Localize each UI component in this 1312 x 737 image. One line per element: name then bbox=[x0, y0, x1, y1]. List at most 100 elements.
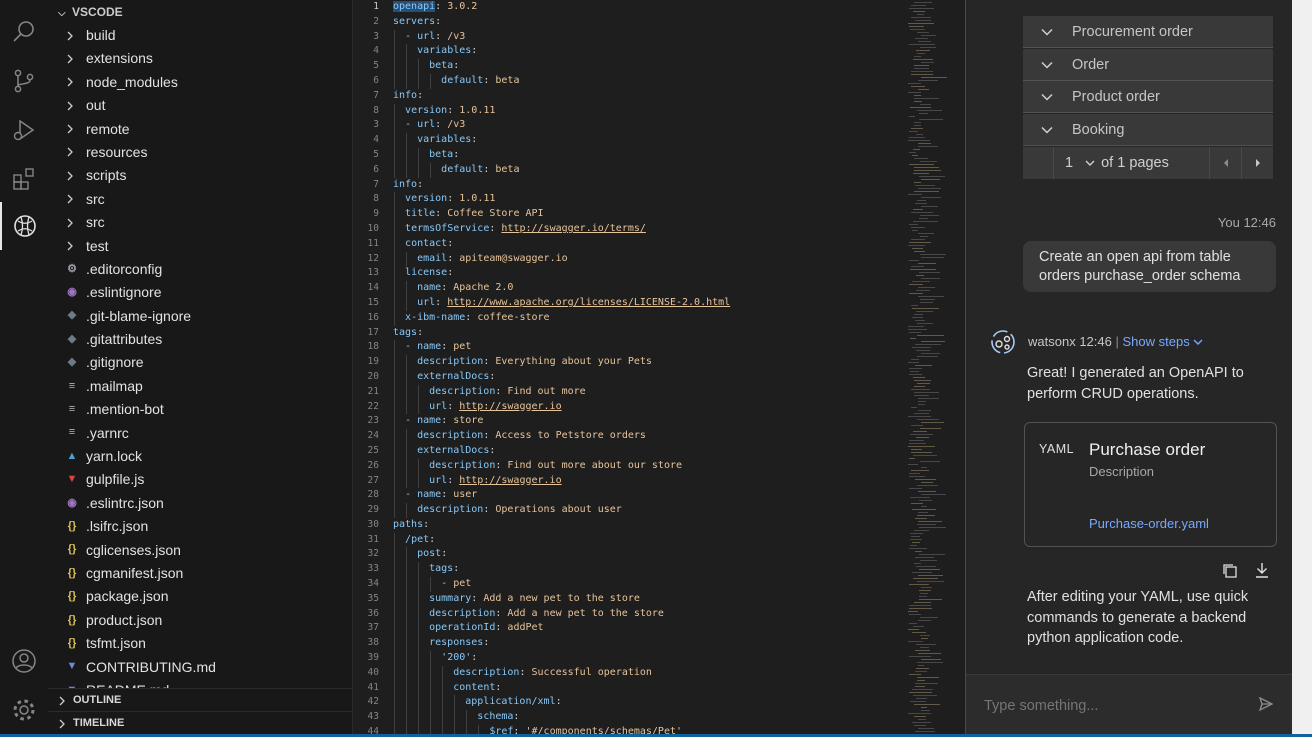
code-line[interactable]: - pet bbox=[393, 577, 913, 592]
folder-item[interactable]: scripts bbox=[48, 164, 353, 187]
folder-item[interactable]: src bbox=[48, 211, 353, 234]
code-editor[interactable]: 1 2 3 4 5 6 7 8 3 4 5 6 7 8 9 10 11 12 13 14 15 16 17 18 19 20 21 2… bbox=[353, 0, 965, 737]
code-line[interactable]: beta: bbox=[393, 59, 913, 74]
code-line[interactable]: - name: pet bbox=[393, 340, 913, 356]
code-line[interactable]: post: bbox=[393, 547, 913, 563]
code-line[interactable]: '200': bbox=[393, 651, 913, 666]
folder-item[interactable]: resources bbox=[48, 141, 353, 164]
folder-item[interactable]: extensions bbox=[48, 47, 353, 70]
folder-item[interactable]: remote bbox=[48, 118, 353, 141]
code-line[interactable]: /pet: bbox=[393, 532, 913, 548]
code-line[interactable]: url: http://swagger.io bbox=[393, 473, 913, 489]
code-line[interactable]: description: Successful operation bbox=[393, 665, 913, 681]
code-line[interactable]: operationId: addPet bbox=[393, 621, 913, 637]
file-item[interactable]: ◉ .eslintignore bbox=[48, 281, 353, 304]
code-line[interactable]: application/xml: bbox=[393, 695, 913, 711]
code-line[interactable]: description: Everything about your Pets bbox=[393, 355, 913, 370]
search-icon[interactable] bbox=[0, 8, 48, 56]
file-item[interactable]: ▼ gulpfile.js bbox=[48, 468, 353, 491]
code-line[interactable]: contact: bbox=[393, 236, 913, 252]
previous-page-button[interactable] bbox=[1209, 147, 1242, 179]
explorer-root[interactable]: ⌵ VSCODE bbox=[48, 0, 352, 24]
timeline-section[interactable]: TIMELINE bbox=[48, 711, 353, 735]
file-item[interactable]: ▼ README.md bbox=[48, 679, 353, 688]
code-line[interactable]: - name: store bbox=[393, 414, 913, 430]
code-line[interactable]: tags: bbox=[393, 562, 913, 578]
accordion-item[interactable]: Booking bbox=[1023, 114, 1273, 147]
run-debug-icon[interactable] bbox=[0, 106, 48, 154]
code-line[interactable]: default: beta bbox=[393, 162, 913, 178]
code-line[interactable]: externalDocs: bbox=[393, 369, 913, 385]
code-lines[interactable]: openapi: 3.0.2 servers: - url: /v3 variab… bbox=[393, 0, 913, 737]
code-line[interactable]: beta: bbox=[393, 147, 913, 163]
folder-item[interactable]: node_modules bbox=[48, 71, 353, 94]
send-button[interactable] bbox=[1258, 696, 1274, 717]
folder-item[interactable]: test bbox=[48, 235, 353, 258]
code-line[interactable]: paths: bbox=[393, 518, 913, 533]
accordion-item[interactable]: Procurement order bbox=[1023, 16, 1273, 48]
copy-button[interactable] bbox=[1222, 563, 1238, 584]
extensions-icon[interactable] bbox=[0, 155, 48, 203]
file-item[interactable]: {} package.json bbox=[48, 585, 353, 608]
code-line[interactable]: default: beta bbox=[393, 73, 913, 89]
code-line[interactable]: name: Apache 2.0 bbox=[393, 281, 913, 296]
file-item[interactable]: ≡ .mention-bot bbox=[48, 398, 353, 421]
outline-section[interactable]: OUTLINE bbox=[48, 688, 353, 712]
code-line[interactable]: tags: bbox=[393, 326, 913, 341]
file-item[interactable]: ▼ CONTRIBUTING.md bbox=[48, 656, 353, 679]
code-line[interactable]: info: bbox=[393, 178, 913, 193]
code-line[interactable]: url: http://www.apache.org/licenses/LICE… bbox=[393, 295, 913, 311]
file-item[interactable]: ≡ .mailmap bbox=[48, 375, 353, 398]
minimap[interactable] bbox=[908, 0, 965, 737]
watsonx-icon[interactable] bbox=[0, 202, 48, 250]
code-line[interactable]: description: Find out more about our sto… bbox=[393, 458, 913, 474]
file-item[interactable]: {} cgmanifest.json bbox=[48, 562, 353, 585]
code-line[interactable]: externalDocs: bbox=[393, 443, 913, 459]
code-line[interactable]: url: http://swagger.io bbox=[393, 399, 913, 415]
folder-item[interactable]: out bbox=[48, 94, 353, 117]
download-button[interactable] bbox=[1254, 562, 1270, 584]
accordion-item[interactable]: Product order bbox=[1023, 81, 1273, 114]
code-line[interactable]: variables: bbox=[393, 133, 913, 148]
file-item[interactable]: ◉ .eslintrc.json bbox=[48, 492, 353, 515]
code-line[interactable]: description: Operations about user bbox=[393, 503, 913, 518]
code-line[interactable]: license: bbox=[393, 266, 913, 282]
file-item[interactable]: ⚙ .editorconfig bbox=[48, 258, 353, 281]
file-item[interactable]: ◆ .git-blame-ignore bbox=[48, 305, 353, 328]
chat-input[interactable] bbox=[982, 693, 1246, 719]
code-line[interactable]: title: Coffee Store API bbox=[393, 207, 913, 222]
code-line[interactable]: version: 1.0.11 bbox=[393, 192, 913, 208]
source-control-icon[interactable] bbox=[0, 57, 48, 105]
file-item[interactable]: {} product.json bbox=[48, 609, 353, 632]
file-item[interactable]: ▲ yarn.lock bbox=[48, 445, 353, 468]
code-line[interactable]: servers: bbox=[393, 15, 913, 30]
code-line[interactable]: responses: bbox=[393, 636, 913, 652]
file-item[interactable]: {} tsfmt.json bbox=[48, 632, 353, 655]
code-line[interactable]: description: Add a new pet to the store bbox=[393, 606, 913, 622]
code-line[interactable]: openapi: 3.0.2 bbox=[393, 0, 913, 15]
code-line[interactable]: - name: user bbox=[393, 488, 913, 504]
code-line[interactable]: content: bbox=[393, 680, 913, 696]
account-icon[interactable] bbox=[0, 637, 48, 685]
page-select[interactable]: 1 of 1 pages bbox=[1065, 147, 1169, 179]
code-line[interactable]: version: 1.0.11 bbox=[393, 103, 913, 119]
code-line[interactable]: - url: /v3 bbox=[393, 29, 913, 45]
code-line[interactable]: variables: bbox=[393, 44, 913, 60]
window-scrollbar-area[interactable] bbox=[1292, 0, 1312, 737]
folder-item[interactable]: build bbox=[48, 24, 353, 47]
file-item[interactable]: ≡ .yarnrc bbox=[48, 422, 353, 445]
file-item[interactable]: ◆ .gitattributes bbox=[48, 328, 353, 351]
code-line[interactable]: - url: /v3 bbox=[393, 118, 913, 134]
settings-gear-icon[interactable] bbox=[0, 686, 48, 734]
code-line[interactable]: info: bbox=[393, 89, 913, 104]
accordion-item[interactable]: Order bbox=[1023, 48, 1273, 81]
code-line[interactable]: description: Access to Petstore orders bbox=[393, 429, 913, 444]
code-line[interactable]: summary: Add a new pet to the store bbox=[393, 591, 913, 607]
next-page-button[interactable] bbox=[1241, 147, 1274, 179]
yaml-file-card[interactable]: YAML Purchase order Description Purchase… bbox=[1024, 422, 1277, 547]
file-item[interactable]: {} .lsifrc.json bbox=[48, 515, 353, 538]
show-steps-link[interactable]: Show steps bbox=[1123, 334, 1204, 349]
yaml-file-link[interactable]: Purchase-order.yaml bbox=[1089, 516, 1209, 531]
folder-item[interactable]: src bbox=[48, 188, 353, 211]
code-line[interactable]: termsOfService: http://swagger.io/terms/ bbox=[393, 221, 913, 237]
